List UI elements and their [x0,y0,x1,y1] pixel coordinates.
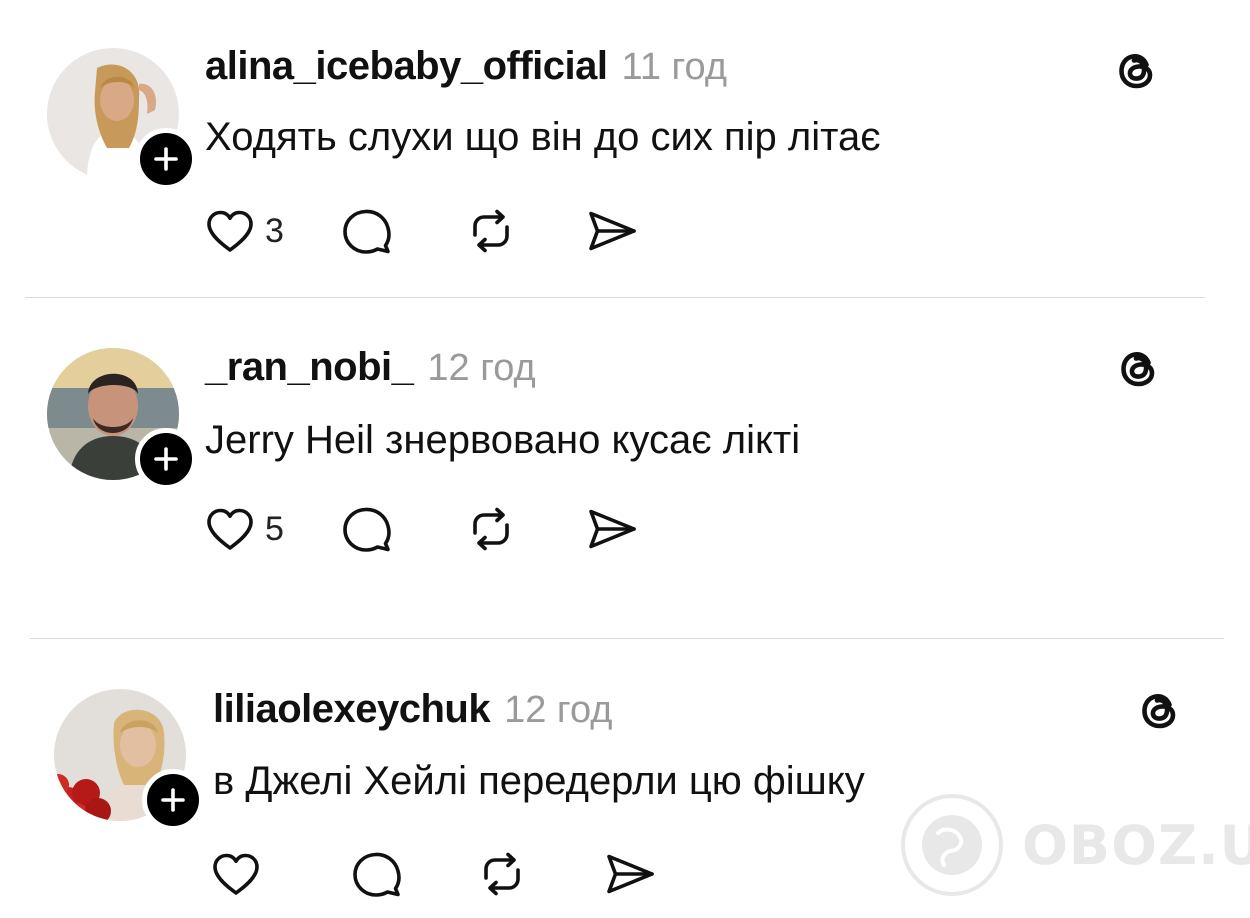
plus-icon [161,788,185,812]
post-text: Ходять слухи що він до сих пір літає [205,115,881,159]
repost-button[interactable] [477,849,527,899]
thread-post: alina_icebaby_official 11 год Ходять слу… [0,0,1250,298]
thread-post: _ran_nobi_ 12 год Jerry Heil знервовано … [0,298,1250,638]
threads-logo-icon[interactable] [1115,344,1163,392]
post-text: в Джелі Хейлі передерли цю фішку [213,759,865,803]
post-actions: 3 [205,206,639,256]
follow-button[interactable] [135,428,197,490]
repost-button[interactable] [466,206,516,256]
post-header: liliaolexeychuk 12 год [213,687,612,732]
watermark-text: OBOZ.UA [1022,813,1250,877]
like-count: 3 [265,211,284,250]
like-button[interactable]: 5 [205,506,284,552]
reply-button[interactable] [341,504,393,554]
post-time: 11 год [621,46,728,88]
share-button[interactable] [603,850,657,898]
post-actions: 5 [205,504,639,554]
like-count: 5 [265,509,284,548]
heart-icon [207,508,253,550]
plus-icon [154,147,178,171]
threads-logo-icon[interactable] [1136,686,1184,734]
post-time: 12 год [504,689,613,731]
repost-icon [484,852,520,896]
avatar[interactable] [47,348,197,490]
comment-bubble-icon [343,507,391,552]
reply-button[interactable] [351,849,403,899]
heart-icon [213,853,259,895]
reply-button[interactable] [341,206,393,256]
username-link[interactable]: alina_icebaby_official [205,44,608,89]
post-actions [211,849,657,899]
globe-icon [901,794,1003,896]
repost-icon [473,209,509,253]
send-icon [589,509,636,549]
post-text: Jerry Heil знервовано кусає лікті [205,418,801,462]
heart-icon [207,210,253,252]
username-link[interactable]: liliaolexeychuk [213,687,491,732]
repost-icon [473,507,509,551]
avatar[interactable] [54,689,204,831]
comment-bubble-icon [353,852,401,897]
avatar[interactable] [47,48,197,190]
follow-button[interactable] [135,128,197,190]
repost-button[interactable] [466,504,516,554]
follow-button[interactable] [142,769,204,831]
comment-bubble-icon [343,209,391,254]
send-icon [607,854,654,894]
username-link[interactable]: _ran_nobi_ [205,345,414,390]
share-button[interactable] [585,505,639,553]
post-time: 12 год [427,347,536,389]
send-icon [589,211,636,251]
like-button[interactable] [211,851,271,897]
post-header: alina_icebaby_official 11 год [205,44,727,89]
post-header: _ran_nobi_ 12 год [205,345,536,390]
watermark: OBOZ.UA [900,793,1250,897]
like-button[interactable]: 3 [205,208,284,254]
share-button[interactable] [585,207,639,255]
threads-logo-icon[interactable] [1113,46,1161,94]
plus-icon [154,447,178,471]
